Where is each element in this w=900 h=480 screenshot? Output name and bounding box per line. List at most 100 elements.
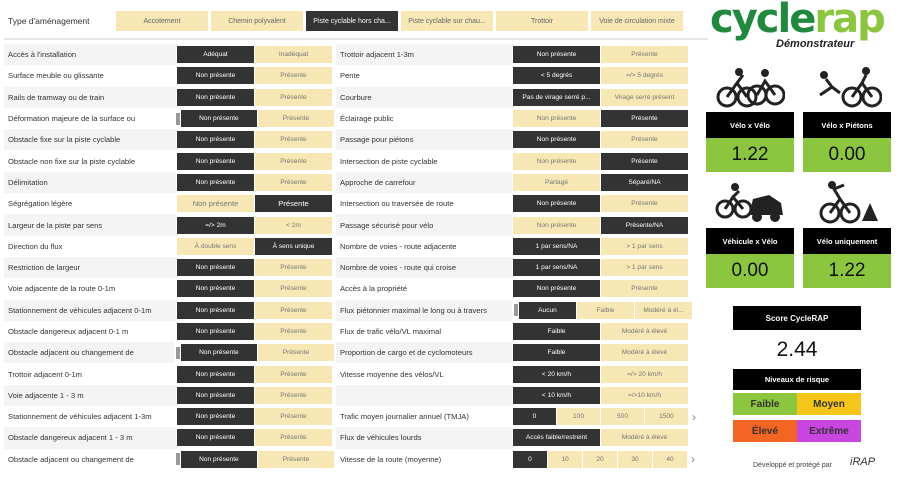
option-button[interactable]: Faible (577, 301, 634, 319)
option-button[interactable]: Non présente (177, 152, 254, 170)
option-button[interactable]: Non présente (177, 301, 254, 319)
option-button[interactable]: Non présente (177, 131, 254, 149)
option-button[interactable]: Présente/NA (601, 216, 688, 234)
option-button[interactable]: Présente (601, 46, 688, 64)
option-button[interactable]: 40 (653, 450, 687, 468)
option-button[interactable]: Présente (601, 110, 688, 128)
option-button[interactable]: Présente (255, 131, 332, 149)
option-button[interactable]: Présente (255, 429, 332, 447)
attribute-row: Vitesse moyenne des vélos/VL < 20 km/h =/>… (336, 363, 706, 384)
option-button[interactable]: 30 (618, 450, 652, 468)
option-button[interactable]: Non présente (177, 365, 254, 383)
option-button[interactable]: Non présente (513, 152, 600, 170)
option-button[interactable]: Présente (257, 450, 335, 468)
option-button[interactable]: Pas de virage serré p... (513, 88, 600, 106)
option-button[interactable]: Non présente (177, 280, 254, 298)
option-button[interactable]: Présente (257, 110, 335, 128)
option-button[interactable]: Adéquat (177, 46, 254, 64)
option-button[interactable]: Présente (255, 67, 332, 85)
option-button[interactable]: Accès faible/restreint (513, 429, 600, 447)
option-button[interactable]: Non présente (177, 88, 254, 106)
option-button[interactable]: Non présente (177, 408, 254, 426)
option-button[interactable]: Non présente (180, 344, 257, 362)
option-button[interactable]: Présente (601, 195, 688, 213)
option-button[interactable]: 20 (583, 450, 617, 468)
option-button[interactable]: < 10 km/h (513, 386, 600, 404)
tab-type-4[interactable]: Trottoir (496, 11, 588, 31)
label-scrollbar[interactable] (175, 112, 180, 125)
option-button[interactable]: Non présente (177, 323, 254, 340)
option-button[interactable]: 10 (548, 450, 582, 468)
option-button[interactable]: Non présente (513, 131, 600, 149)
option-button[interactable]: Présente (255, 88, 332, 106)
option-button[interactable]: Non présente (177, 429, 254, 447)
label-scrollbar[interactable] (514, 304, 518, 317)
option-button[interactable]: Présente (601, 131, 688, 149)
option-button[interactable]: Présente (255, 280, 332, 298)
option-button[interactable]: =/> 5 degrés (601, 67, 688, 85)
option-button[interactable]: À double sens (177, 237, 254, 255)
option-button[interactable]: Non présente (180, 110, 257, 128)
option-button[interactable]: Non présente (177, 259, 254, 277)
option-button[interactable]: Modéré à élevé (601, 344, 688, 362)
option-button[interactable]: Présente (255, 408, 332, 426)
chevron-right-icon[interactable]: › (691, 452, 695, 466)
option-button[interactable]: Faible (513, 344, 600, 362)
option-button[interactable]: Non présente (177, 67, 254, 85)
option-button[interactable]: Présente (601, 152, 688, 170)
option-button[interactable]: Présente (255, 152, 332, 170)
option-button[interactable]: Non présente (513, 280, 600, 298)
option-button[interactable]: Présente (255, 173, 332, 191)
option-button[interactable]: Présente (257, 344, 335, 362)
option-button[interactable]: 1 par sens/NA (513, 259, 600, 277)
tab-type-0[interactable]: Accotement (116, 11, 208, 31)
option-button[interactable]: Faible (513, 323, 600, 340)
option-button[interactable]: =/>10 km/h (601, 386, 688, 404)
option-button[interactable]: Partagé (513, 173, 600, 191)
option-button[interactable]: Modéré à él... (635, 301, 692, 319)
option-button[interactable]: Non présente (177, 173, 254, 191)
label-scrollbar[interactable] (175, 453, 180, 466)
tab-type-2[interactable]: Piste cyclable hors cha... (306, 11, 398, 31)
tab-type-3[interactable]: Piste cyclable sur chau... (401, 11, 493, 31)
option-button[interactable]: Présente (601, 280, 688, 298)
option-button[interactable]: < 2m (255, 216, 332, 234)
option-button[interactable]: =/> 20 km/h (601, 365, 688, 383)
tab-type-1[interactable]: Chemin polyvalent (211, 11, 303, 31)
tab-type-5[interactable]: Voie de circulation mixte (591, 11, 683, 31)
option-button[interactable]: Séparé/NA (601, 173, 688, 191)
option-button[interactable]: Non présente (513, 216, 600, 234)
option-button[interactable]: Non présente (513, 46, 600, 64)
option-button[interactable]: 1500 (645, 408, 688, 426)
option-button[interactable]: Présente (255, 386, 332, 404)
option-button[interactable]: Modéré à élevé (601, 323, 688, 340)
option-button[interactable]: 0 (513, 408, 556, 426)
option-button[interactable]: 500 (601, 408, 644, 426)
label-scrollbar[interactable] (175, 346, 180, 359)
option-button[interactable]: Présente (255, 195, 332, 213)
option-button[interactable]: Modéré à élevé (601, 429, 688, 447)
option-button[interactable]: 0 (513, 450, 547, 468)
option-button[interactable]: Non présente (177, 386, 254, 404)
option-button[interactable]: À sens unique (255, 237, 332, 255)
option-button[interactable]: Présente (255, 365, 332, 383)
option-button[interactable]: Aucun (519, 301, 576, 319)
option-button[interactable]: Virage serré présent (601, 88, 688, 106)
option-button[interactable]: Non présente (513, 195, 600, 213)
option-button[interactable]: Présente (255, 323, 332, 340)
chevron-right-icon[interactable]: › (692, 410, 696, 424)
option-button[interactable]: Présente (255, 259, 332, 277)
option-button[interactable]: > 1 par sens (601, 259, 688, 277)
option-button[interactable]: < 20 km/h (513, 365, 600, 383)
option-button[interactable]: Inadéquat (255, 46, 332, 64)
option-button[interactable]: Non présente (513, 110, 600, 128)
option-button[interactable]: =/> 2m (177, 216, 254, 234)
option-button[interactable]: < 5 degrés (513, 67, 600, 85)
option-button[interactable]: > 1 par sens (601, 237, 688, 255)
option-button[interactable]: 1 par sens/NA (513, 237, 600, 255)
option-button[interactable]: Présente (255, 301, 332, 319)
option-button[interactable]: Non présente (180, 450, 257, 468)
option-button[interactable]: Non présente (177, 195, 254, 213)
attribute-row: Nombre de voies - route qui croise 1 par … (336, 256, 706, 279)
option-button[interactable]: 100 (557, 408, 600, 426)
